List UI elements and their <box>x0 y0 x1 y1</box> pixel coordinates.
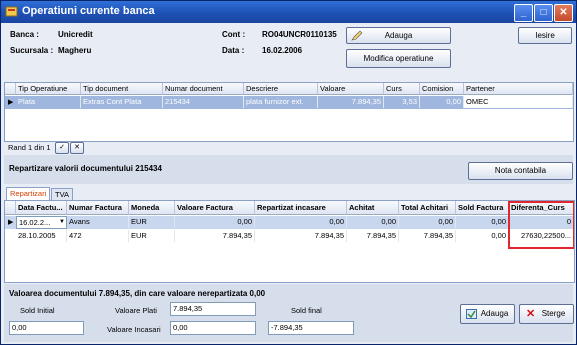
cell-curs[interactable]: 3,53 <box>384 96 420 108</box>
cell-sold-factura[interactable]: 0,00 <box>456 230 509 242</box>
sold-initial-label: Sold Initial <box>20 306 55 315</box>
iesire-label: Iesire <box>535 31 555 40</box>
cell-moneda[interactable]: EUR <box>129 216 175 228</box>
main-window: Operatiuni curente banca _ □ ✕ Banca : U… <box>0 0 577 345</box>
invoice-grid[interactable]: Data Factu... Numar Factura Moneda Valoa… <box>4 200 575 283</box>
cell-partener[interactable]: OMEC <box>464 96 573 108</box>
chevron-down-icon[interactable]: ▼ <box>59 217 65 228</box>
cont-value: RO04UNCR0110135 <box>262 30 337 39</box>
cell-data-factura: 16.02.2... <box>19 218 51 227</box>
cell-sold-factura[interactable]: 0,00 <box>456 216 509 228</box>
col-valoare[interactable]: Valoare <box>318 83 384 95</box>
cell-valoare-factura[interactable]: 7.894,35 <box>175 230 255 242</box>
col-repartizat-incasare[interactable]: Repartizat incasare <box>255 201 347 215</box>
cell-diferenta-curs[interactable]: 27630,22500... <box>509 230 574 242</box>
nota-label: Nota contabila <box>494 166 547 175</box>
col-sold-factura[interactable]: Sold Factura <box>456 201 509 215</box>
cell-valoare[interactable]: 7.894,35 <box>318 96 384 108</box>
adauga-label: Adauga <box>384 31 413 40</box>
pencil-icon <box>351 30 363 41</box>
row-selector-arrow-icon: ▶ <box>8 99 14 106</box>
cell-numar-document[interactable]: 215434 <box>163 96 244 108</box>
row-indicator-header <box>5 201 16 215</box>
sold-final-label: Sold final <box>291 306 322 315</box>
col-comision[interactable]: Comision <box>420 83 464 95</box>
valoare-plati-field[interactable]: 7.894,35 <box>170 302 256 316</box>
valoare-incasari-field[interactable]: 0,00 <box>170 321 256 335</box>
col-tip-operatiune[interactable]: Tip Operatiune <box>16 83 81 95</box>
col-numar-document[interactable]: Numar document <box>163 83 244 95</box>
sucursala-value: Magheru <box>58 46 92 55</box>
record-navigator: Rand 1 din 1 ✓ ✕ <box>4 142 572 154</box>
tab-repartizari[interactable]: Repartizari <box>6 187 50 200</box>
col-moneda[interactable]: Moneda <box>129 201 175 215</box>
valoare-incasari-label: Valoare Incasari <box>107 325 161 334</box>
close-button[interactable]: ✕ <box>554 4 573 22</box>
col-curs[interactable]: Curs <box>384 83 420 95</box>
col-valoare-factura[interactable]: Valoare Factura <box>175 201 255 215</box>
col-achitat[interactable]: Achitat <box>347 201 399 215</box>
sucursala-label: Sucursala : <box>10 46 54 55</box>
adauga-factura-button[interactable]: Adauga <box>460 304 515 324</box>
repartizare-title: Repartizare valorii documentului 215434 <box>9 164 162 173</box>
adauga-operatiune-button[interactable]: Adauga <box>346 27 451 44</box>
nota-contabila-button[interactable]: Nota contabila <box>468 162 573 180</box>
col-diferenta-curs[interactable]: Diferenta_Curs <box>509 201 574 215</box>
cell-data-factura[interactable]: 28.10.2005 <box>16 230 67 242</box>
banca-value: Unicredit <box>58 30 93 39</box>
summary-text: Valoarea documentului 7.894,35, din care… <box>9 289 266 298</box>
title-bar[interactable]: Operatiuni curente banca _ □ ✕ <box>1 1 576 23</box>
data-value: 16.02.2006 <box>262 46 303 55</box>
app-icon <box>5 6 18 17</box>
cell-achitat[interactable]: 0,00 <box>347 216 399 228</box>
table-row[interactable]: ▶ Plata Extras Cont Plata 215434 plata f… <box>5 96 573 109</box>
cell-tip-operatiune[interactable]: Plata <box>16 96 81 108</box>
repartizare-header: Repartizare valorii documentului 215434 … <box>4 155 573 184</box>
cell-total-achitari[interactable]: 7.894,35 <box>399 230 456 242</box>
cancel-record-icon[interactable]: ✕ <box>70 142 84 154</box>
window-title: Operatiuni curente banca <box>22 5 155 17</box>
navigator-text: Rand 1 din 1 <box>8 143 51 152</box>
cell-numar-factura[interactable]: 472 <box>67 230 129 242</box>
col-tip-document[interactable]: Tip document <box>81 83 163 95</box>
cell-comision[interactable]: 0,00 <box>420 96 464 108</box>
sterge-button[interactable]: ✕ Sterge <box>519 304 574 324</box>
cell-total-achitari[interactable]: 0,00 <box>399 216 456 228</box>
footer-panel: Valoarea documentului 7.894,35, din care… <box>4 284 574 342</box>
iesire-button[interactable]: Iesire <box>518 27 572 44</box>
cell-repartizat-incasare[interactable]: 7.894,35 <box>255 230 347 242</box>
cell-repartizat-incasare[interactable]: 0,00 <box>255 216 347 228</box>
add-icon <box>466 309 477 319</box>
row-indicator-header <box>5 83 16 95</box>
cell-descriere[interactable]: plata furnizor ext. <box>244 96 318 108</box>
modifica-operatiune-button[interactable]: Modifica operatiune <box>346 49 451 68</box>
data-label: Data : <box>222 46 245 55</box>
col-total-achitari[interactable]: Total Achitari <box>399 201 456 215</box>
row-selector-arrow-icon: ▶ <box>8 219 14 226</box>
edit-record-icon[interactable]: ✓ <box>55 142 69 154</box>
sold-final-field[interactable]: -7.894,35 <box>268 321 354 335</box>
valoare-plati-label: Valoare Plati <box>115 306 157 315</box>
cell-moneda[interactable]: EUR <box>129 230 175 242</box>
cell-diferenta-curs[interactable]: 0 <box>509 216 574 228</box>
cont-label: Cont : <box>222 30 246 39</box>
col-data-factura[interactable]: Data Factu... <box>16 201 67 215</box>
col-numar-factura[interactable]: Numar Factura <box>67 201 129 215</box>
banca-label: Banca : <box>10 30 39 39</box>
operations-grid[interactable]: Tip Operatiune Tip document Numar docume… <box>4 82 574 142</box>
col-descriere[interactable]: Descriere <box>244 83 318 95</box>
cell-valoare-factura[interactable]: 0,00 <box>175 216 255 228</box>
table-row[interactable]: 28.10.2005 472 EUR 7.894,35 7.894,35 7.8… <box>5 230 574 243</box>
minimize-button[interactable]: _ <box>514 4 533 22</box>
cell-numar-factura[interactable]: Avans <box>67 216 129 228</box>
cell-data-factura-dropdown[interactable]: 16.02.2... ▼ <box>16 216 67 229</box>
modifica-label: Modifica operatiune <box>363 54 434 63</box>
col-partener[interactable]: Partener <box>464 83 573 95</box>
cell-achitat[interactable]: 7.894,35 <box>347 230 399 242</box>
table-row[interactable]: ▶ 16.02.2... ▼ Avans EUR 0,00 0,00 0,00 … <box>5 216 574 229</box>
sold-initial-field[interactable]: 0,00 <box>9 321 84 335</box>
maximize-button[interactable]: □ <box>534 4 553 22</box>
cell-tip-document[interactable]: Extras Cont Plata <box>81 96 163 108</box>
delete-icon: ✕ <box>526 308 536 320</box>
